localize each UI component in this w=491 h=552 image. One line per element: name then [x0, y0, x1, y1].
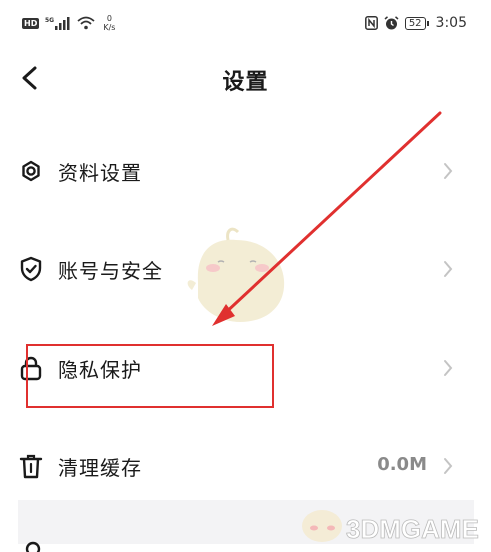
network-speed-unit: K/s [103, 23, 116, 32]
trash-icon [19, 454, 43, 479]
page-title: 设置 [222, 70, 269, 95]
chevron-right-icon [444, 261, 453, 277]
status-left: HD 5G 0 K/s [22, 14, 115, 32]
section-divider [18, 500, 474, 544]
menu-item-profile-settings[interactable]: 资料设置 [0, 140, 491, 200]
title-bar: 设置 [0, 50, 491, 106]
partial-item-icon [25, 541, 41, 552]
nfc-icon [364, 16, 378, 30]
gear-icon [22, 160, 40, 182]
highlight-box [26, 344, 274, 408]
chevron-right-icon [444, 163, 453, 179]
chevron-right-icon [444, 458, 453, 474]
chevron-right-icon [444, 360, 453, 376]
alarm-icon [384, 15, 399, 29]
menu-item-label: 清理缓存 [58, 456, 142, 480]
wifi-icon [77, 16, 95, 30]
menu-item-label: 账号与安全 [58, 259, 163, 283]
shield-check-icon [20, 256, 42, 282]
cache-size-value: 0.0M [377, 454, 427, 475]
hd-badge: HD [22, 17, 40, 29]
clock-time: 3:05 [435, 15, 467, 31]
status-right: 52 3:05 [364, 15, 467, 31]
battery-indicator: 52 [404, 16, 429, 30]
menu-item-label: 资料设置 [58, 161, 142, 185]
menu-item-account-security[interactable]: 账号与安全 [0, 238, 491, 298]
status-bar: HD 5G 0 K/s 52 3:05 [0, 0, 491, 50]
network-speed-value: 0 [106, 14, 112, 23]
signal-label: 5G [45, 17, 54, 24]
cellular-signal-icon: 5G [45, 17, 70, 30]
network-speed: 0 K/s [103, 14, 115, 32]
menu-item-clear-cache[interactable]: 清理缓存 0.0M [0, 435, 491, 495]
